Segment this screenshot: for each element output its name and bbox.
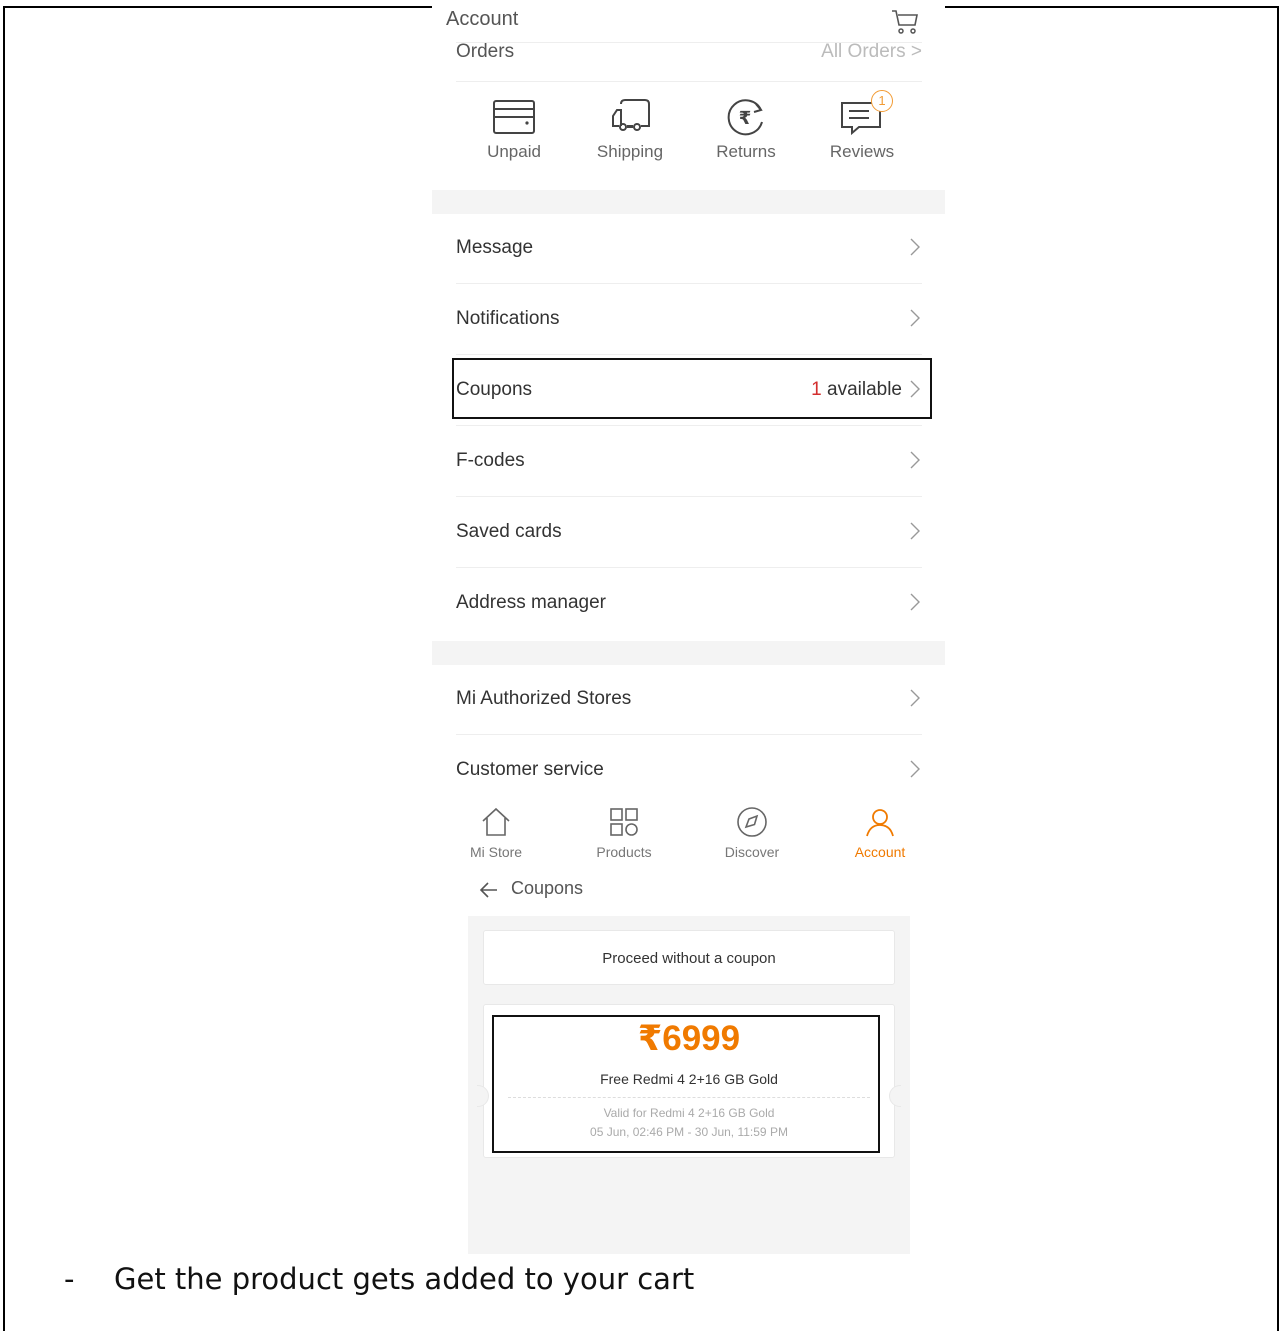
list-bullet: - bbox=[64, 1262, 75, 1296]
back-arrow-icon[interactable] bbox=[479, 880, 499, 900]
order-status-returns[interactable]: ₹ Returns bbox=[691, 96, 801, 162]
nav-account[interactable]: Account bbox=[830, 806, 930, 860]
proceed-without-coupon-button[interactable]: Proceed without a coupon bbox=[483, 930, 895, 985]
order-status-bar: Unpaid Shipping ₹ Returns 1 Reviews bbox=[432, 90, 945, 180]
order-status-shipping[interactable]: Shipping bbox=[575, 96, 685, 162]
nav-label: Mi Store bbox=[469, 844, 523, 860]
menu-item-notifications[interactable]: Notifications bbox=[456, 284, 922, 355]
menu-item-message[interactable]: Message bbox=[456, 213, 922, 284]
menu-item-label: Address manager bbox=[456, 592, 606, 613]
orders-row[interactable]: Orders All Orders > bbox=[456, 42, 922, 62]
order-status-label: Returns bbox=[716, 142, 776, 161]
coupon-notch bbox=[889, 1085, 901, 1107]
divider bbox=[456, 81, 922, 82]
section-divider bbox=[432, 190, 945, 214]
coupons-header: Coupons bbox=[468, 870, 910, 916]
home-icon bbox=[482, 807, 510, 836]
app-header: Account bbox=[432, 0, 945, 44]
truck-icon bbox=[612, 99, 650, 131]
svg-text:₹: ₹ bbox=[739, 108, 752, 129]
order-status-label: Unpaid bbox=[487, 142, 541, 161]
cart-icon[interactable] bbox=[890, 8, 920, 36]
menu-item-label: F-codes bbox=[456, 450, 525, 471]
chevron-right-icon bbox=[910, 309, 920, 327]
orders-title: Orders bbox=[456, 42, 515, 62]
menu-item-label: Saved cards bbox=[456, 521, 562, 542]
coupon-notch bbox=[477, 1085, 489, 1107]
coupon-highlight-box bbox=[492, 1015, 880, 1153]
review-count-badge: 1 bbox=[871, 90, 893, 112]
menu-item-address-manager[interactable]: Address manager bbox=[456, 568, 922, 639]
page-title: Account bbox=[446, 8, 519, 30]
section-divider bbox=[432, 641, 945, 665]
order-status-label: Shipping bbox=[596, 142, 664, 161]
menu-item-label: Notifications bbox=[456, 308, 560, 329]
menu-item-label: Message bbox=[456, 237, 534, 258]
instruction-label: Get the product gets added to your cart bbox=[114, 1262, 695, 1296]
instruction-text: - Get the product gets added to your cart bbox=[64, 1262, 694, 1296]
rupee-return-icon: ₹ bbox=[727, 99, 763, 136]
nav-label: Discover bbox=[724, 844, 780, 860]
wallet-icon bbox=[493, 100, 535, 134]
chevron-right-icon bbox=[910, 522, 920, 540]
chevron-right-icon bbox=[910, 238, 920, 256]
nav-products[interactable]: Products bbox=[574, 806, 674, 860]
coupons-screenshot: Coupons Proceed without a coupon ₹6999 F… bbox=[468, 870, 910, 1254]
nav-label: Account bbox=[854, 844, 906, 860]
chevron-right-icon bbox=[910, 689, 920, 707]
menu-item-label: Customer service bbox=[456, 759, 604, 780]
order-status-label: Reviews bbox=[829, 142, 895, 161]
nav-discover[interactable]: Discover bbox=[702, 806, 802, 860]
order-status-reviews[interactable]: 1 Reviews bbox=[807, 90, 917, 162]
coupons-list: Proceed without a coupon ₹6999 Free Redm… bbox=[468, 916, 910, 1254]
order-status-unpaid[interactable]: Unpaid bbox=[459, 96, 569, 162]
nav-label: Products bbox=[596, 844, 652, 860]
nav-mi-store[interactable]: Mi Store bbox=[446, 806, 546, 860]
chevron-right-icon bbox=[910, 451, 920, 469]
menu-item-fcodes[interactable]: F-codes bbox=[456, 426, 922, 497]
coupons-highlight-box bbox=[452, 358, 932, 419]
chevron-right-icon bbox=[910, 593, 920, 611]
grid-icon bbox=[610, 808, 638, 836]
menu-item-mi-stores[interactable]: Mi Authorized Stores bbox=[456, 664, 922, 735]
coupons-title: Coupons bbox=[511, 878, 584, 898]
compass-icon bbox=[737, 807, 767, 837]
bottom-nav: Mi Store Products Discover Account bbox=[432, 800, 945, 870]
menu-item-label: Mi Authorized Stores bbox=[456, 688, 632, 709]
all-orders-link[interactable]: All Orders > bbox=[821, 43, 922, 62]
menu-item-customer-service[interactable]: Customer service bbox=[456, 735, 922, 806]
chevron-right-icon bbox=[910, 760, 920, 778]
person-icon bbox=[866, 809, 894, 837]
account-screenshot: Account Orders All Orders > Unpaid Shipp… bbox=[432, 0, 945, 870]
menu-item-saved-cards[interactable]: Saved cards bbox=[456, 497, 922, 568]
